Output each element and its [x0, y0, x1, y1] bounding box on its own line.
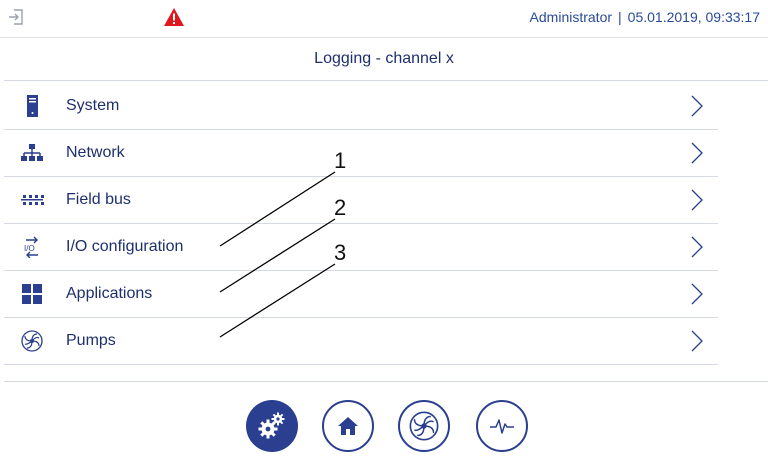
menu-item-network[interactable]: Network: [4, 130, 718, 177]
alarm-warning-icon[interactable]: [163, 7, 185, 27]
chevron-right-icon: [691, 142, 703, 164]
pump-icon: [409, 411, 439, 441]
menu-item-label: Network: [66, 144, 125, 161]
callout-number-3: 3: [334, 240, 347, 265]
login-icon[interactable]: [7, 8, 25, 26]
settings-button[interactable]: [246, 400, 298, 452]
chevron-right-icon: [691, 95, 703, 117]
menu-item-label: Applications: [66, 285, 153, 302]
bottom-navigation: [0, 400, 768, 458]
trend-button[interactable]: [476, 400, 528, 452]
fieldbus-icon: [21, 195, 44, 205]
menu-item-field-bus[interactable]: Field bus: [4, 177, 718, 224]
date-time: 05.01.2019, 09:33:17: [627, 9, 760, 25]
chevron-right-icon: [691, 189, 703, 211]
svg-text:I/O: I/O: [24, 244, 35, 253]
home-icon: [338, 417, 358, 435]
menu-item-system[interactable]: System: [4, 83, 718, 130]
chevron-right-icon: [691, 330, 703, 352]
menu-item-applications[interactable]: Applications: [4, 271, 718, 318]
callout-number-2: 2: [334, 195, 347, 220]
menu-item-label: Field bus: [66, 191, 131, 208]
menu-item-label: System: [66, 97, 120, 114]
menu-item-label: I/O configuration: [66, 238, 184, 255]
callout-number-1: 1: [334, 148, 347, 173]
chevron-right-icon: [691, 283, 703, 305]
grid-icon: [22, 284, 42, 304]
header-separator: |: [618, 9, 622, 25]
chevron-right-icon: [691, 236, 703, 258]
user-status: Administrator | 05.01.2019, 09:33:17: [530, 9, 760, 25]
trend-icon: [490, 419, 514, 434]
gears-icon: [258, 412, 285, 439]
user-name[interactable]: Administrator: [530, 9, 612, 25]
menu-item-label: Pumps: [66, 332, 116, 349]
menu-item-io-configuration[interactable]: I/O I/O configuration: [4, 224, 718, 271]
page-title: Logging - channel x: [314, 50, 454, 67]
pumps-button[interactable]: [398, 400, 450, 452]
menu-item-pumps[interactable]: Pumps: [4, 318, 718, 365]
header-bar: Administrator | 05.01.2019, 09:33:17: [0, 0, 768, 38]
pump-icon: [21, 330, 43, 352]
io-icon: I/O: [24, 236, 38, 258]
settings-menu: System Network Field bus I/O I/O configu…: [4, 83, 718, 365]
server-icon: [27, 95, 38, 117]
network-icon: [21, 144, 43, 161]
home-button[interactable]: [322, 400, 374, 452]
